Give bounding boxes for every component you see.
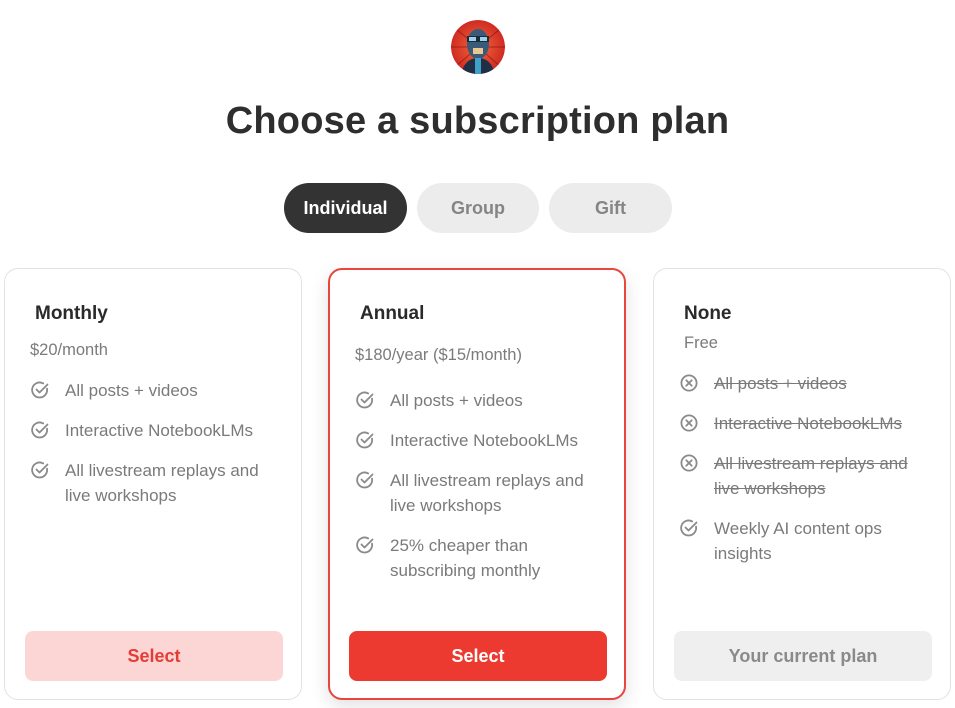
plan-price: $20/month	[30, 341, 108, 359]
feature-list: All posts + videos Interactive NotebookL…	[355, 388, 606, 583]
plan-price: Free	[684, 334, 718, 352]
check-circle-icon	[30, 420, 50, 440]
tab-group[interactable]: Group	[417, 183, 539, 233]
avatar	[451, 20, 505, 74]
plan-card-monthly: Monthly $20/month All posts + videos Int…	[4, 268, 302, 700]
plan-card-none: None Free All posts + videos Interactive…	[653, 268, 951, 700]
feature-item: All livestream replays and live workshop…	[679, 451, 929, 501]
check-circle-icon	[30, 460, 50, 480]
feature-item: All livestream replays and live workshop…	[355, 468, 605, 518]
feature-text: All posts + videos	[65, 381, 198, 400]
feature-item: All posts + videos	[355, 388, 606, 413]
feature-text: Interactive NotebookLMs	[390, 431, 579, 450]
plan-price: $180/year ($15/month)	[355, 346, 522, 364]
plan-card-annual: Annual $180/year ($15/month) All posts +…	[328, 268, 626, 700]
feature-item: Interactive NotebookLMs	[30, 418, 283, 443]
x-circle-icon	[679, 413, 699, 433]
tab-individual[interactable]: Individual	[284, 183, 407, 233]
plan-name: None	[684, 303, 732, 324]
feature-item: All posts + videos	[679, 371, 932, 396]
select-annual-button[interactable]: Select	[349, 631, 607, 681]
feature-item: All posts + videos	[30, 378, 283, 403]
feature-item: All livestream replays and live workshop…	[30, 458, 280, 508]
select-monthly-button[interactable]: Select	[25, 631, 283, 681]
check-circle-icon	[355, 470, 375, 490]
tab-gift[interactable]: Gift	[549, 183, 672, 233]
feature-text: Interactive NotebookLMs	[714, 414, 903, 433]
check-circle-icon	[355, 535, 375, 555]
feature-text: 25% cheaper than subscribing monthly	[390, 536, 541, 580]
feature-item: Weekly AI content ops insights	[679, 516, 914, 566]
feature-item: Interactive NotebookLMs	[355, 428, 606, 453]
feature-text: Interactive NotebookLMs	[65, 421, 254, 440]
current-plan-button[interactable]: Your current plan	[674, 631, 932, 681]
check-circle-icon	[355, 390, 375, 410]
feature-item: Interactive NotebookLMs	[679, 411, 932, 436]
feature-text: All posts + videos	[390, 391, 523, 410]
feature-text: All livestream replays and live workshop…	[65, 461, 259, 505]
x-circle-icon	[679, 453, 699, 473]
feature-list: All posts + videos Interactive NotebookL…	[679, 371, 932, 566]
feature-text: All livestream replays and live workshop…	[390, 471, 584, 515]
feature-text: Weekly AI content ops insights	[714, 519, 882, 563]
plan-name: Annual	[360, 303, 425, 324]
feature-text: All livestream replays and live workshop…	[714, 454, 908, 498]
check-circle-icon	[355, 430, 375, 450]
check-circle-icon	[679, 518, 699, 538]
feature-item: 25% cheaper than subscribing monthly	[355, 533, 580, 583]
feature-text: All posts + videos	[714, 374, 847, 393]
feature-list: All posts + videos Interactive NotebookL…	[30, 378, 283, 508]
plan-name: Monthly	[35, 303, 108, 324]
page-title: Choose a subscription plan	[225, 100, 730, 142]
check-circle-icon	[30, 380, 50, 400]
x-circle-icon	[679, 373, 699, 393]
